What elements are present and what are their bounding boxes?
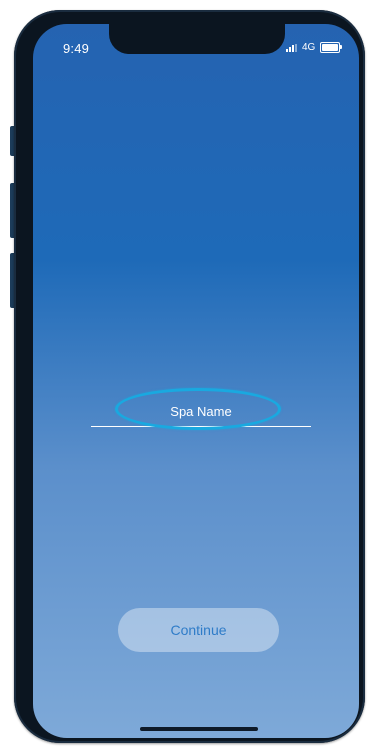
spa-name-input[interactable] (91, 396, 311, 427)
status-indicators: 4G (286, 42, 343, 53)
app-screen: 9:49 4G Continue (33, 24, 359, 738)
notch (109, 24, 285, 54)
stage: 9:49 4G Continue (0, 0, 372, 747)
continue-button[interactable]: Continue (118, 608, 279, 652)
home-indicator (140, 727, 258, 731)
network-type-label: 4G (302, 42, 316, 53)
cellular-signal-icon (286, 43, 297, 52)
status-time: 9:49 (63, 41, 90, 56)
spa-name-field-group (91, 388, 311, 430)
battery-icon (320, 42, 343, 53)
battery-fill (322, 44, 339, 51)
